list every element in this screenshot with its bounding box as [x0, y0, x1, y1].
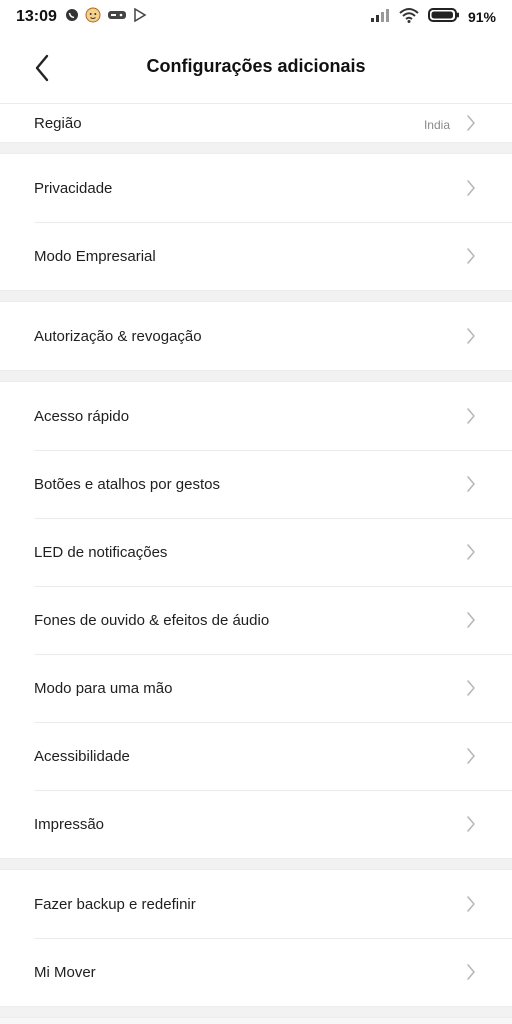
settings-screen: 13:09 91% Configurações adicionais Regiã… — [0, 0, 512, 1024]
status-bar: 13:09 91% — [0, 0, 512, 34]
chevron-right-icon — [464, 611, 478, 629]
whatsapp-icon — [65, 8, 79, 27]
group-backup: Fazer backup e redefinir Mi Mover — [0, 870, 512, 1006]
chevron-right-icon — [464, 407, 478, 425]
row-label: Fazer backup e redefinir — [34, 895, 196, 913]
play-store-icon — [133, 7, 147, 27]
row-label: Botões e atalhos por gestos — [34, 475, 220, 493]
chevron-right-icon — [464, 815, 478, 833]
chevron-right-icon — [464, 179, 478, 197]
settings-row-region[interactable]: Região India — [0, 104, 512, 142]
row-label: Autorização & revogação — [34, 327, 202, 345]
row-value: India — [423, 118, 450, 132]
row-label: Região — [34, 115, 82, 132]
avatar-notification-icon — [85, 7, 101, 28]
section-gap — [0, 370, 512, 382]
settings-row-one-handed-mode[interactable]: Modo para uma mão — [0, 654, 512, 722]
settings-row-enterprise-mode[interactable]: Modo Empresarial — [0, 222, 512, 290]
row-label: Acessibilidade — [34, 747, 130, 765]
row-label: Modo Empresarial — [34, 247, 156, 265]
status-right: 91% — [370, 7, 496, 28]
wifi-icon — [398, 7, 420, 28]
chevron-right-icon — [464, 679, 478, 697]
status-time: 13:09 — [16, 8, 57, 25]
settings-row-printing[interactable]: Impressão — [0, 790, 512, 858]
settings-row-notification-led[interactable]: LED de notificações — [0, 518, 512, 586]
section-gap — [0, 1006, 512, 1018]
row-label: Privacidade — [34, 179, 113, 197]
chevron-right-icon — [464, 327, 478, 345]
group-privacy: Privacidade Modo Empresarial — [0, 154, 512, 290]
game-icon — [107, 8, 127, 26]
settings-row-backup-reset[interactable]: Fazer backup e redefinir — [0, 870, 512, 938]
section-gap — [0, 142, 512, 154]
notification-icons — [65, 7, 147, 28]
chevron-right-icon — [464, 543, 478, 561]
settings-row-mi-mover[interactable]: Mi Mover — [0, 938, 512, 1006]
group-system: Acesso rápido Botões e atalhos por gesto… — [0, 382, 512, 858]
chevron-right-icon — [464, 963, 478, 981]
settings-row-quick-access[interactable]: Acesso rápido — [0, 382, 512, 450]
section-gap — [0, 290, 512, 302]
settings-list: Região India Privacidade Modo Empresaria… — [0, 104, 512, 1018]
row-label: Mi Mover — [34, 963, 96, 981]
page-title: Configurações adicionais — [146, 56, 366, 76]
settings-row-buttons-gestures[interactable]: Botões e atalhos por gestos — [0, 450, 512, 518]
section-gap — [0, 858, 512, 870]
chevron-right-icon — [464, 247, 478, 265]
settings-row-authorization-revocation[interactable]: Autorização & revogação — [0, 302, 512, 370]
row-label: Fones de ouvido & efeitos de áudio — [34, 611, 270, 629]
row-label: Impressão — [34, 815, 105, 833]
chevron-right-icon — [464, 747, 478, 765]
row-label: Acesso rápido — [34, 407, 130, 425]
row-label: Modo para uma mão — [34, 679, 173, 697]
chevron-right-icon — [464, 114, 478, 132]
chevron-right-icon — [464, 895, 478, 913]
settings-row-privacy[interactable]: Privacidade — [0, 154, 512, 222]
settings-row-accessibility[interactable]: Acessibilidade — [0, 722, 512, 790]
battery-percentage: 91% — [467, 9, 496, 25]
battery-icon — [427, 7, 460, 28]
row-label: LED de notificações — [34, 543, 168, 561]
settings-row-headphones-audio[interactable]: Fones de ouvido & efeitos de áudio — [0, 586, 512, 654]
app-header: Configurações adicionais — [0, 34, 512, 104]
group-region: Região India — [0, 104, 512, 142]
signal-icon — [370, 8, 390, 27]
chevron-right-icon — [464, 475, 478, 493]
group-authorization: Autorização & revogação — [0, 302, 512, 370]
